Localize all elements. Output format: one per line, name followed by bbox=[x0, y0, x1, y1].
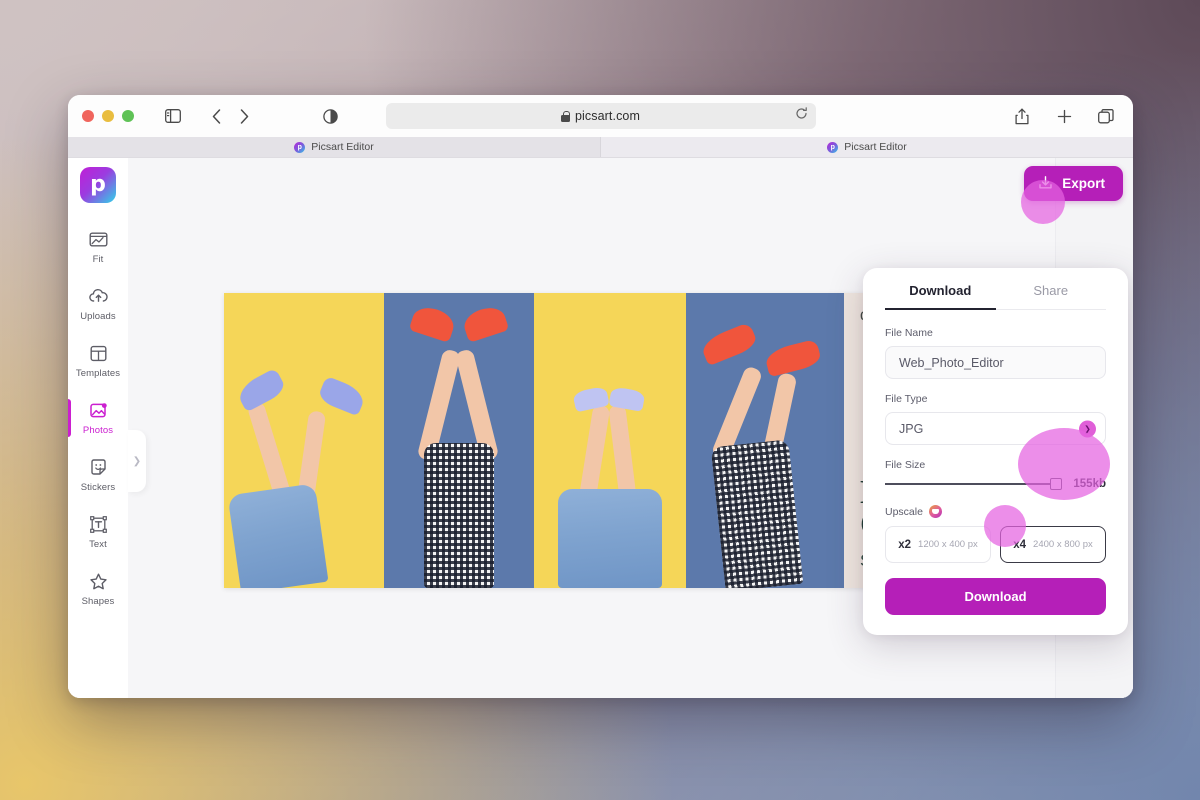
navigation-arrows bbox=[204, 103, 256, 129]
text-icon bbox=[89, 515, 108, 534]
upload-cloud-icon bbox=[89, 287, 108, 306]
sidebar-item-label: Fit bbox=[93, 254, 104, 265]
sidebar-item-label: Text bbox=[89, 539, 107, 550]
picsart-logo[interactable]: p bbox=[80, 167, 116, 203]
tab-overview-icon[interactable] bbox=[1093, 103, 1119, 129]
download-panel-tabs: Download Share bbox=[885, 268, 1106, 310]
picsart-favicon-icon: p bbox=[827, 142, 838, 153]
sticker-icon bbox=[89, 458, 108, 477]
star-shape-icon bbox=[89, 572, 108, 591]
tab-title: Picsart Editor bbox=[311, 141, 373, 153]
reload-icon[interactable] bbox=[795, 107, 808, 125]
browser-tab[interactable]: p Picsart Editor bbox=[600, 137, 1133, 157]
download-panel: Download Share File Name Web_Photo_Edito… bbox=[863, 268, 1128, 635]
tool-sidebar: p Fit Uploads Templates bbox=[68, 158, 128, 698]
upscale-label: Upscale bbox=[885, 506, 923, 518]
maximize-window-button[interactable] bbox=[122, 110, 134, 122]
chevron-down-icon[interactable]: ❯ bbox=[1079, 420, 1096, 437]
sidebar-toggle-icon[interactable] bbox=[160, 103, 186, 129]
upscale-dimensions: 1200 x 400 px bbox=[918, 539, 978, 550]
file-name-label: File Name bbox=[885, 327, 1106, 339]
sidebar-item-photos[interactable]: Photos bbox=[68, 390, 128, 447]
collage-photo[interactable] bbox=[686, 293, 844, 588]
sidebar-item-label: Shapes bbox=[82, 596, 115, 607]
canvas-area: 600x200px bbox=[128, 158, 1133, 698]
share-icon[interactable] bbox=[1009, 103, 1035, 129]
browser-tab[interactable]: p Picsart Editor bbox=[68, 137, 600, 157]
sidebar-item-label: Photos bbox=[83, 425, 113, 436]
back-arrow-icon[interactable] bbox=[204, 103, 228, 129]
browser-window: picsart.com p Picsart Editor p bbox=[68, 95, 1133, 698]
sidebar-item-stickers[interactable]: Stickers bbox=[68, 447, 128, 504]
upscale-dimensions: 2400 x 800 px bbox=[1033, 539, 1093, 550]
forward-arrow-icon[interactable] bbox=[232, 103, 256, 129]
plus-icon[interactable] bbox=[1051, 103, 1077, 129]
picsart-favicon-icon: p bbox=[294, 142, 305, 153]
photos-icon bbox=[89, 401, 108, 420]
sidebar-item-label: Uploads bbox=[80, 311, 116, 322]
upscale-option-x4[interactable]: x4 2400 x 800 px bbox=[1000, 526, 1106, 563]
slider-handle[interactable] bbox=[1050, 478, 1062, 490]
file-size-value: 155kb bbox=[1073, 478, 1106, 490]
address-bar[interactable]: picsart.com bbox=[386, 103, 816, 129]
sidebar-item-templates[interactable]: Templates bbox=[68, 333, 128, 390]
toolbar-right-actions bbox=[1009, 103, 1119, 129]
templates-grid-icon bbox=[89, 344, 108, 363]
upscale-option-x2[interactable]: x2 1200 x 400 px bbox=[885, 526, 991, 563]
minimize-window-button[interactable] bbox=[102, 110, 114, 122]
sidebar-item-label: Stickers bbox=[81, 482, 116, 493]
chevron-right-icon: ❯ bbox=[133, 456, 141, 467]
sidebar-item-uploads[interactable]: Uploads bbox=[68, 276, 128, 333]
sidebar-item-label: Templates bbox=[76, 368, 120, 379]
reader-view-icon[interactable] bbox=[318, 103, 344, 129]
fit-icon bbox=[89, 230, 108, 249]
tab-download[interactable]: Download bbox=[885, 268, 996, 309]
tab-share[interactable]: Share bbox=[996, 268, 1107, 309]
upscale-options: x2 1200 x 400 px x4 2400 x 800 px bbox=[885, 526, 1106, 563]
file-type-select[interactable]: JPG ❯ bbox=[885, 412, 1106, 445]
file-name-value: Web_Photo_Editor bbox=[899, 356, 1004, 370]
sidebar-item-text[interactable]: Text bbox=[68, 504, 128, 561]
collage-photo[interactable] bbox=[384, 293, 534, 588]
url-text: picsart.com bbox=[575, 109, 640, 123]
export-button[interactable]: Export bbox=[1024, 166, 1123, 201]
tab-strip: p Picsart Editor p Picsart Editor bbox=[68, 137, 1133, 158]
file-size-slider[interactable] bbox=[885, 483, 1062, 485]
close-window-button[interactable] bbox=[82, 110, 94, 122]
picsart-editor-app: p Fit Uploads Templates bbox=[68, 158, 1133, 698]
file-type-label: File Type bbox=[885, 393, 1106, 405]
sidebar-item-fit[interactable]: Fit bbox=[68, 219, 128, 276]
download-icon bbox=[1038, 175, 1053, 193]
collage-photo[interactable] bbox=[534, 293, 686, 588]
window-controls bbox=[82, 110, 134, 122]
tab-title: Picsart Editor bbox=[844, 141, 906, 153]
browser-toolbar: picsart.com bbox=[68, 95, 1133, 137]
export-button-label: Export bbox=[1062, 176, 1105, 191]
sidebar-expand-button[interactable]: ❯ bbox=[128, 430, 146, 492]
sidebar-item-shapes[interactable]: Shapes bbox=[68, 561, 128, 618]
download-button[interactable]: Download bbox=[885, 578, 1106, 615]
upscale-label-row: Upscale bbox=[885, 505, 1106, 518]
file-size-slider-row: 155kb bbox=[885, 478, 1106, 490]
premium-crown-icon bbox=[929, 505, 942, 518]
collage-photo[interactable] bbox=[224, 293, 384, 588]
lock-icon bbox=[561, 111, 570, 122]
file-size-label: File Size bbox=[885, 459, 1106, 471]
file-name-input[interactable]: Web_Photo_Editor bbox=[885, 346, 1106, 379]
upscale-multiplier: x4 bbox=[1013, 539, 1026, 551]
file-type-value: JPG bbox=[899, 422, 923, 436]
address-bar-wrapper: picsart.com bbox=[386, 103, 816, 129]
upscale-multiplier: x2 bbox=[898, 539, 911, 551]
